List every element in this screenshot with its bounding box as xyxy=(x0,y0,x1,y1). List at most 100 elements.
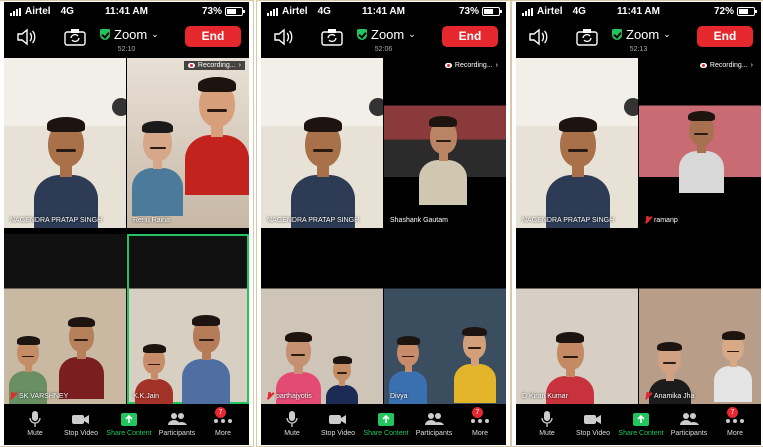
participant-tile[interactable]: SK VARSHNEY xyxy=(4,234,126,404)
share-content-button[interactable]: Share Content xyxy=(104,410,154,437)
shield-check-icon xyxy=(612,29,622,40)
participants-button[interactable]: Participants xyxy=(409,410,459,437)
participant-tile[interactable]: D Kiran Kumar xyxy=(516,234,638,404)
participant-name: NAGENDRA PRATAP SINGH xyxy=(267,217,360,224)
shield-check-icon xyxy=(100,29,110,40)
recording-label: Recording... xyxy=(454,62,493,69)
meeting-title-dropdown[interactable]: Zoom ⌄ xyxy=(612,27,671,42)
meeting-toolbar: Zoom ⌄ 52:10 End xyxy=(4,22,249,56)
participant-name-label: Anamika Jha xyxy=(645,392,694,400)
participant-name-label: D Kiran Kumar xyxy=(522,393,568,400)
chevron-down-icon: ⌄ xyxy=(663,29,671,39)
participant-video-figure xyxy=(34,113,98,228)
meeting-duration: 52:06 xyxy=(374,46,393,53)
stop-video-button[interactable]: Stop Video xyxy=(313,410,363,437)
participant-tile[interactable]: NAGENDRA PRATAP SINGH xyxy=(261,58,383,228)
participant-name: D Kiran Kumar xyxy=(522,393,568,400)
more-button[interactable]: 7 More xyxy=(710,407,760,437)
end-meeting-button[interactable]: End xyxy=(442,26,498,47)
participant-name-label: Divya xyxy=(390,393,408,400)
participant-name: parthajyotis xyxy=(276,392,312,400)
participant-tile[interactable]: parthajyotis xyxy=(261,234,383,404)
participant-video-figure xyxy=(546,113,610,228)
notification-badge: 7 xyxy=(472,407,483,418)
end-meeting-button[interactable]: End xyxy=(185,26,241,47)
mute-label: Mute xyxy=(27,430,43,437)
stop-video-label: Stop Video xyxy=(575,430,611,437)
microphone-icon xyxy=(286,411,298,427)
meeting-title-dropdown[interactable]: Zoom ⌄ xyxy=(100,27,159,42)
share-content-button[interactable]: Share Content xyxy=(361,410,411,437)
more-button[interactable]: 7 More xyxy=(455,407,505,437)
battery-icon xyxy=(225,7,245,16)
participant-tile[interactable]: K.K.Jain xyxy=(127,234,249,404)
recording-indicator[interactable]: Recording... › xyxy=(695,61,757,70)
participant-video-figure xyxy=(291,113,355,228)
recording-label: Recording... xyxy=(709,62,748,69)
camera-flip-icon[interactable] xyxy=(576,28,598,46)
mute-label: Mute xyxy=(539,430,555,437)
participant-tile[interactable]: Divya xyxy=(384,234,506,404)
video-grid: NAGENDRA PRATAP SINGH Recording... › Renu R… xyxy=(4,58,249,404)
share-content-label: Share Content xyxy=(363,430,409,437)
meeting-duration: 52:13 xyxy=(629,46,648,53)
participant-tile[interactable]: Recording... › ramanp xyxy=(639,58,761,228)
participant-tile[interactable]: NAGENDRA PRATAP SINGH xyxy=(4,58,126,228)
speaker-icon[interactable] xyxy=(528,28,548,46)
meeting-title-dropdown[interactable]: Zoom ⌄ xyxy=(357,27,416,42)
participant-tile[interactable]: Recording... › Renu Raina xyxy=(127,58,249,228)
meeting-toolbar: Zoom ⌄ 52:13 End xyxy=(516,22,761,56)
participant-video-figure xyxy=(326,354,358,404)
stop-video-button[interactable]: Stop Video xyxy=(56,410,106,437)
participants-label: Participants xyxy=(158,430,196,437)
cloud-record-icon xyxy=(187,63,195,68)
shield-check-icon xyxy=(357,29,367,40)
phone-screenshot: Airtel 4G 11:41 AM 72% Zoom ⌄ 52:13 End … xyxy=(516,2,761,445)
recording-indicator[interactable]: Recording... › xyxy=(440,61,502,70)
participant-name: Shashank Gautam xyxy=(390,217,448,224)
status-bar: Airtel 4G 11:41 AM 72% xyxy=(516,2,761,22)
participant-video-figure xyxy=(679,108,724,194)
share-content-button[interactable]: Share Content xyxy=(616,410,666,437)
participants-icon xyxy=(680,413,699,425)
mute-button[interactable]: Mute xyxy=(10,410,60,437)
muted-mic-icon xyxy=(10,392,16,400)
mute-button[interactable]: Mute xyxy=(522,410,572,437)
participants-label: Participants xyxy=(415,430,453,437)
participant-name: ramanp xyxy=(654,216,678,224)
mute-button[interactable]: Mute xyxy=(267,410,317,437)
meeting-title: Zoom xyxy=(114,27,148,42)
participant-video-figure xyxy=(714,329,753,403)
camera-flip-icon[interactable] xyxy=(321,28,343,46)
end-meeting-button[interactable]: End xyxy=(697,26,753,47)
stop-video-label: Stop Video xyxy=(320,430,356,437)
muted-mic-icon xyxy=(645,392,651,400)
wall-clock xyxy=(112,98,126,116)
speaker-icon[interactable] xyxy=(273,28,293,46)
participant-name-label: Renu Raina xyxy=(133,217,170,224)
chevron-down-icon: ⌄ xyxy=(151,29,159,39)
battery-percent: 72% xyxy=(713,6,734,17)
bottom-toolbar: Mute Stop Video Share Content Participan… xyxy=(516,406,761,445)
participant-name-label: NAGENDRA PRATAP SINGH xyxy=(267,217,359,224)
participant-name-label: NAGENDRA PRATAP SINGH xyxy=(522,217,614,224)
participant-video-figure xyxy=(132,118,184,216)
participants-button[interactable]: Participants xyxy=(664,410,714,437)
camera-flip-icon[interactable] xyxy=(64,28,86,46)
participant-name-label: Shashank Gautam xyxy=(390,217,448,224)
participants-icon xyxy=(168,413,187,425)
microphone-icon xyxy=(29,411,41,427)
speaker-icon[interactable] xyxy=(16,28,36,46)
meeting-duration: 52:10 xyxy=(117,46,136,53)
video-grid: NAGENDRA PRATAP SINGH Recording... › Shasha… xyxy=(261,58,506,404)
participant-tile[interactable]: NAGENDRA PRATAP SINGH xyxy=(516,58,638,228)
participant-tile[interactable]: Anamika Jha xyxy=(639,234,761,404)
more-button[interactable]: 7 More xyxy=(198,407,248,437)
more-label: More xyxy=(215,430,231,437)
participants-button[interactable]: Participants xyxy=(152,410,202,437)
participant-tile[interactable]: Recording... › Shashank Gautam xyxy=(384,58,506,228)
status-bar: Airtel 4G 11:41 AM 73% xyxy=(261,2,506,22)
recording-indicator[interactable]: Recording... › xyxy=(183,61,245,70)
stop-video-button[interactable]: Stop Video xyxy=(568,410,618,437)
more-label: More xyxy=(727,430,743,437)
